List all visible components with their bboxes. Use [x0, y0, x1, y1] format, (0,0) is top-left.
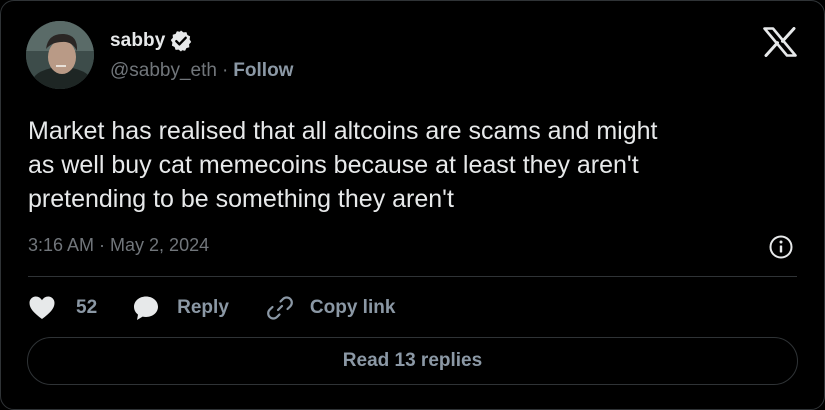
author-display-name[interactable]: sabby: [110, 30, 165, 52]
reply-label: Reply: [177, 297, 229, 318]
copy-link-label: Copy link: [309, 297, 396, 318]
action-bar: 52 Reply Copy link: [28, 292, 395, 324]
tweet-card: sabby @sabby_eth · Follow Market has rea…: [0, 0, 825, 410]
like-button[interactable]: 52: [28, 295, 97, 321]
speech-bubble-icon: [134, 296, 159, 320]
author-handle-row: @sabby_eth · Follow: [110, 58, 293, 84]
info-icon[interactable]: [768, 234, 794, 260]
copy-link-button[interactable]: Copy link: [266, 295, 396, 321]
link-icon: [266, 296, 293, 320]
separator-dot: ·: [221, 60, 229, 81]
author-handle[interactable]: @sabby_eth: [110, 60, 217, 82]
like-count: 52: [76, 297, 98, 318]
tweet-text: Market has realised that all altcoins ar…: [28, 117, 658, 213]
verified-badge-icon: [169, 29, 193, 53]
heart-icon: [29, 296, 55, 319]
reply-button[interactable]: Reply: [132, 294, 229, 322]
tweet-timestamp[interactable]: 3:16 AM · May 2, 2024: [28, 231, 209, 259]
avatar[interactable]: [26, 21, 94, 89]
author-name-row: sabby: [110, 28, 193, 54]
divider: [28, 276, 797, 277]
avatar-image: [26, 21, 94, 89]
x-logo-icon[interactable]: [763, 27, 797, 57]
follow-link[interactable]: Follow: [233, 60, 293, 82]
read-replies-button[interactable]: Read 13 replies: [27, 337, 798, 385]
